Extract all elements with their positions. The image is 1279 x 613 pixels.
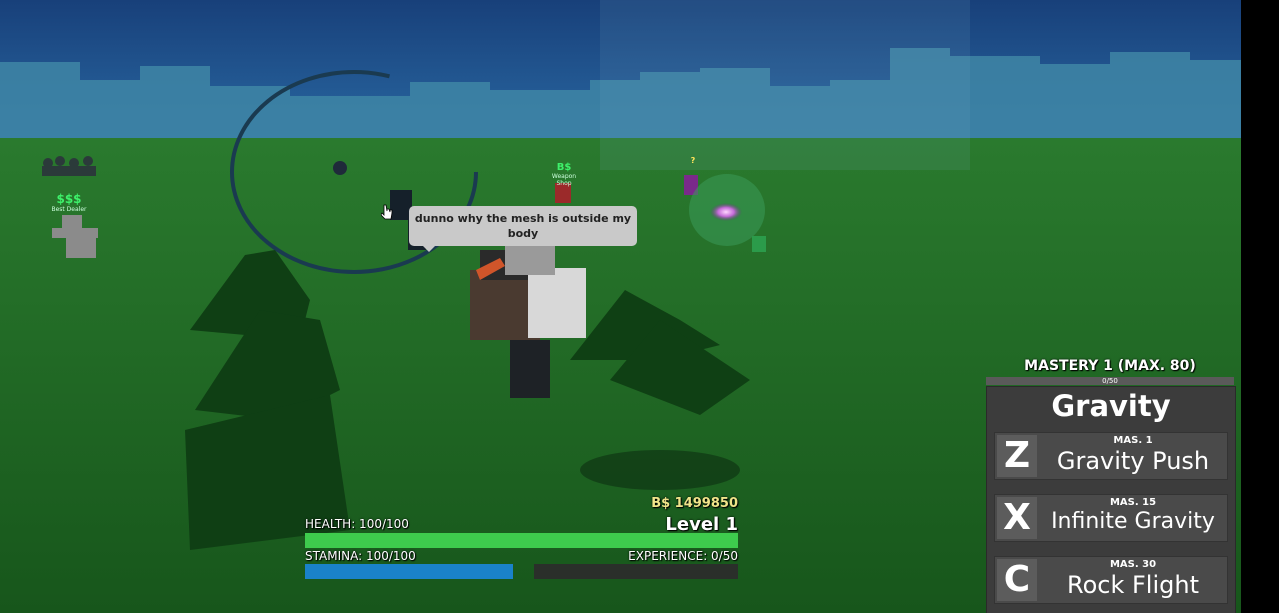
move-key-x: X [997, 497, 1037, 539]
mastery-title: MASTERY 1 (MAX. 80) [1024, 358, 1196, 374]
cursor-icon [381, 204, 393, 220]
player-shadow [580, 450, 740, 490]
move-requirement: MAS. 30 [1109, 559, 1157, 570]
move-rock-flight[interactable]: C MAS. 30 Rock Flight [994, 556, 1228, 604]
game-viewport[interactable]: $$$ Best Dealer B$ Weapon Shop ? dunno w… [0, 0, 1241, 613]
move-requirement: MAS. 1 [1113, 435, 1153, 446]
health-label: HEALTH: 100/100 [305, 517, 409, 531]
experience-label: EXPERIENCE: 0/50 [628, 549, 738, 563]
stamina-bar-fill [305, 564, 513, 579]
stamina-label: STAMINA: 100/100 [305, 549, 416, 563]
health-bar [305, 533, 738, 548]
level-label: Level 1 [665, 514, 738, 535]
dealer-tag: $$$ Best Dealer [51, 192, 87, 213]
move-name: Gravity Push [1056, 447, 1210, 475]
move-key-c: C [997, 559, 1037, 601]
move-gravity-push[interactable]: Z MAS. 1 Gravity Push [994, 432, 1228, 480]
window-edge [1241, 0, 1279, 613]
moves-panel: Gravity Z MAS. 1 Gravity Push X MAS. 15 … [986, 386, 1236, 613]
player-2-tag: B$ Weapon Shop [551, 162, 577, 187]
move-requirement: MAS. 15 [1109, 497, 1157, 508]
chat-bubble: dunno why the mesh is outside my body [409, 206, 637, 252]
player-3-tag: ? [690, 156, 696, 165]
move-name: Infinite Gravity [1051, 509, 1215, 534]
move-infinite-gravity[interactable]: X MAS. 15 Infinite Gravity [994, 494, 1228, 542]
fruit-title: Gravity [1051, 389, 1171, 423]
experience-bar [534, 564, 738, 579]
health-bar-fill [305, 533, 738, 548]
money-label: B$ 1499850 [651, 496, 738, 511]
stamina-bar [305, 564, 513, 579]
mastery-progress-text: 0/50 [1102, 377, 1118, 385]
move-name: Rock Flight [1067, 571, 1199, 599]
move-key-z: Z [997, 435, 1037, 477]
